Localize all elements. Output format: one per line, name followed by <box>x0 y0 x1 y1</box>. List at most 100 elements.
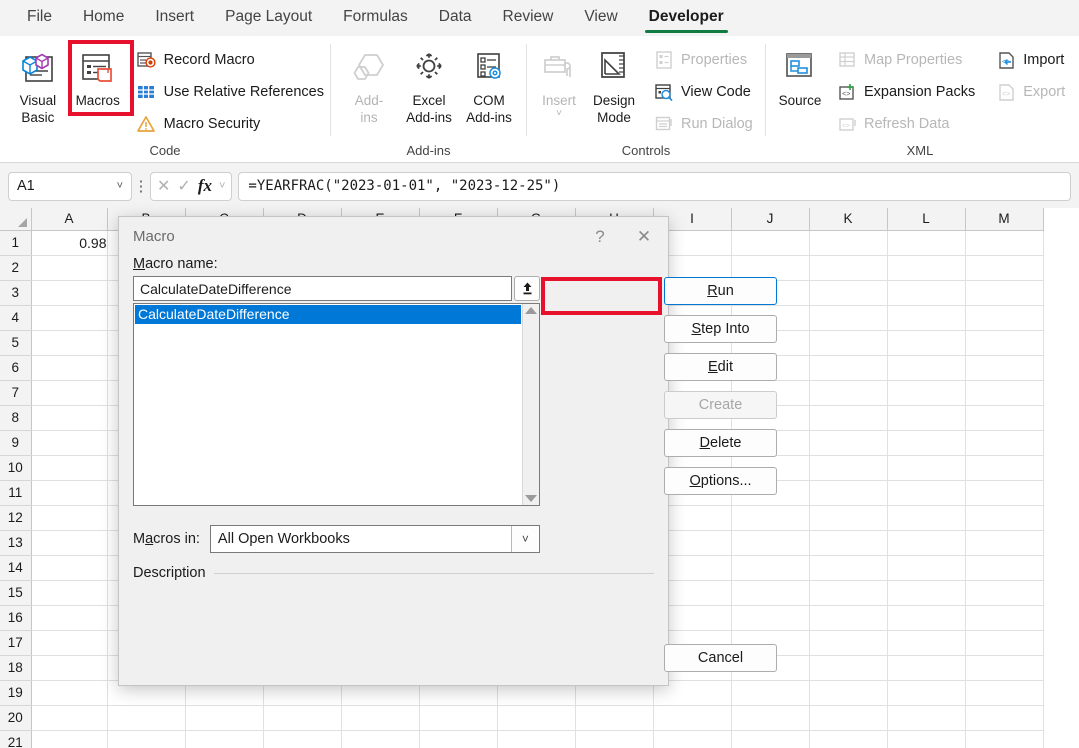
visual-basic-button[interactable]: Visual Basic <box>12 42 64 128</box>
row-header-8[interactable]: 8 <box>0 405 32 431</box>
cancel-button[interactable]: Cancel <box>664 644 777 672</box>
cell-K21[interactable] <box>809 730 888 748</box>
cell-K14[interactable] <box>809 555 888 581</box>
row-header-16[interactable]: 16 <box>0 605 32 631</box>
cell-M18[interactable] <box>965 655 1044 681</box>
row-header-18[interactable]: 18 <box>0 655 32 681</box>
cell-L6[interactable] <box>887 355 966 381</box>
help-icon[interactable]: ? <box>580 217 620 256</box>
cell-J21[interactable] <box>731 730 810 748</box>
cell-K11[interactable] <box>809 480 888 506</box>
cell-L17[interactable] <box>887 630 966 656</box>
cell-M19[interactable] <box>965 680 1044 706</box>
cell-L12[interactable] <box>887 505 966 531</box>
cell-I21[interactable] <box>653 730 732 748</box>
cell-L13[interactable] <box>887 530 966 556</box>
cell-K18[interactable] <box>809 655 888 681</box>
cell-C21[interactable] <box>185 730 264 748</box>
row-header-19[interactable]: 19 <box>0 680 32 706</box>
row-header-20[interactable]: 20 <box>0 705 32 731</box>
cell-G21[interactable] <box>497 730 576 748</box>
cell-L21[interactable] <box>887 730 966 748</box>
cell-A16[interactable] <box>31 605 108 631</box>
cell-L7[interactable] <box>887 380 966 406</box>
cell-A9[interactable] <box>31 430 108 456</box>
cell-A6[interactable] <box>31 355 108 381</box>
select-all-corner[interactable] <box>0 208 32 231</box>
cell-A13[interactable] <box>31 530 108 556</box>
cell-K15[interactable] <box>809 580 888 606</box>
row-header-17[interactable]: 17 <box>0 630 32 656</box>
row-header-13[interactable]: 13 <box>0 530 32 556</box>
cell-J20[interactable] <box>731 705 810 731</box>
cell-A7[interactable] <box>31 380 108 406</box>
cell-K6[interactable] <box>809 355 888 381</box>
cell-K7[interactable] <box>809 380 888 406</box>
col-header-J[interactable]: J <box>731 208 810 231</box>
formula-bar-more-icon[interactable]: ⋮ <box>132 177 150 195</box>
row-header-7[interactable]: 7 <box>0 380 32 406</box>
cell-A2[interactable] <box>31 255 108 281</box>
cell-J13[interactable] <box>731 530 810 556</box>
row-header-6[interactable]: 6 <box>0 355 32 381</box>
cell-M10[interactable] <box>965 455 1044 481</box>
cell-J16[interactable] <box>731 605 810 631</box>
macro-name-input[interactable]: CalculateDateDifference <box>133 276 512 301</box>
chevron-down-icon[interactable]: ˅ <box>219 180 225 192</box>
cell-A18[interactable] <box>31 655 108 681</box>
tab-developer[interactable]: Developer <box>636 3 737 33</box>
row-header-5[interactable]: 5 <box>0 330 32 356</box>
row-header-15[interactable]: 15 <box>0 580 32 606</box>
cell-M3[interactable] <box>965 280 1044 306</box>
cell-L4[interactable] <box>887 305 966 331</box>
tab-review[interactable]: Review <box>490 3 567 33</box>
cell-M11[interactable] <box>965 480 1044 506</box>
cell-K13[interactable] <box>809 530 888 556</box>
cell-M2[interactable] <box>965 255 1044 281</box>
cell-M9[interactable] <box>965 430 1044 456</box>
cell-M5[interactable] <box>965 330 1044 356</box>
cell-F21[interactable] <box>419 730 498 748</box>
cell-A14[interactable] <box>31 555 108 581</box>
row-header-21[interactable]: 21 <box>0 730 32 748</box>
xml-import-button[interactable]: <> Import <box>989 44 1071 76</box>
col-header-M[interactable]: M <box>965 208 1044 231</box>
name-box[interactable]: A1 ˅ <box>8 171 132 201</box>
cell-D21[interactable] <box>263 730 342 748</box>
cell-M6[interactable] <box>965 355 1044 381</box>
run-button[interactable]: Run <box>664 277 777 305</box>
cell-K2[interactable] <box>809 255 888 281</box>
macros-in-dropdown[interactable]: All Open Workbooks ˅ <box>209 525 540 553</box>
expansion-packs-button[interactable]: <> Expansion Packs <box>830 76 981 108</box>
cell-L10[interactable] <box>887 455 966 481</box>
tab-data[interactable]: Data <box>426 3 485 33</box>
cell-B20[interactable] <box>107 705 186 731</box>
cell-A3[interactable] <box>31 280 108 306</box>
list-item[interactable]: CalculateDateDifference <box>135 305 521 324</box>
cell-L16[interactable] <box>887 605 966 631</box>
scroll-up-icon[interactable] <box>525 307 537 314</box>
cell-J19[interactable] <box>731 680 810 706</box>
row-header-2[interactable]: 2 <box>0 255 32 281</box>
view-code-button[interactable]: View Code <box>647 76 759 108</box>
row-header-12[interactable]: 12 <box>0 505 32 531</box>
cell-M13[interactable] <box>965 530 1044 556</box>
chevron-down-icon[interactable]: ˅ <box>510 526 539 552</box>
formula-input[interactable]: =YEARFRAC("2023-01-01", "2023-12-25") <box>238 171 1071 201</box>
scroll-down-icon[interactable] <box>525 495 537 502</box>
col-header-K[interactable]: K <box>809 208 888 231</box>
cell-L14[interactable] <box>887 555 966 581</box>
cell-D20[interactable] <box>263 705 342 731</box>
cell-L11[interactable] <box>887 480 966 506</box>
cell-M16[interactable] <box>965 605 1044 631</box>
col-header-L[interactable]: L <box>887 208 966 231</box>
row-header-9[interactable]: 9 <box>0 430 32 456</box>
cell-J15[interactable] <box>731 580 810 606</box>
cell-K8[interactable] <box>809 405 888 431</box>
row-header-14[interactable]: 14 <box>0 555 32 581</box>
cell-J14[interactable] <box>731 555 810 581</box>
cell-A15[interactable] <box>31 580 108 606</box>
cell-A11[interactable] <box>31 480 108 506</box>
cell-K1[interactable] <box>809 230 888 256</box>
cell-A8[interactable] <box>31 405 108 431</box>
